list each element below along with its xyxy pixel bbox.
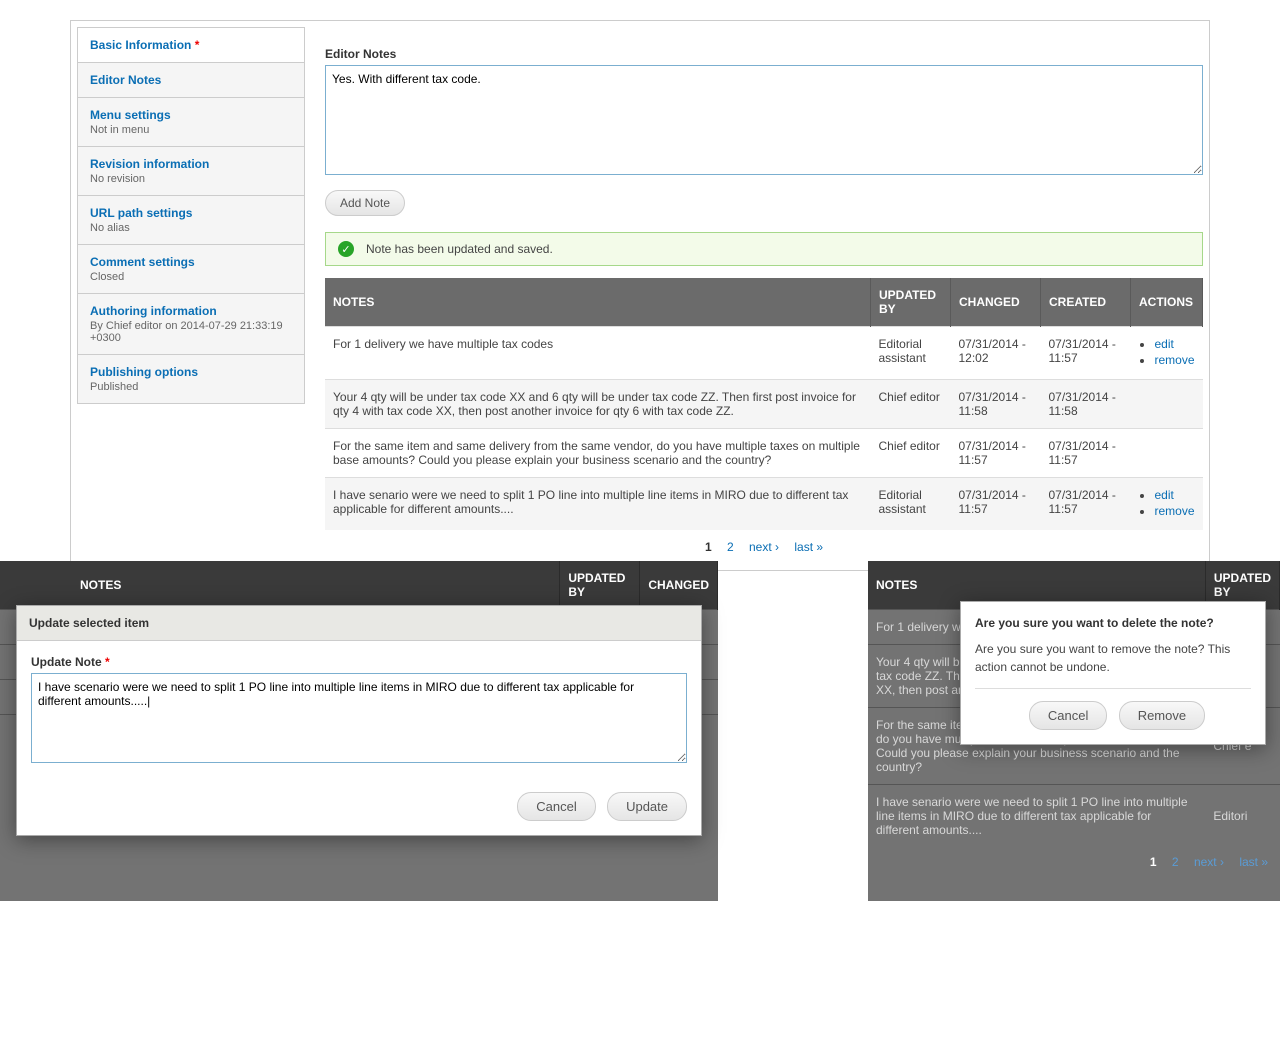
cell-note: Your 4 qty will be under tax code XX and… [325, 380, 870, 429]
delete-dialog-title: Are you sure you want to delete the note… [975, 616, 1251, 630]
sidebar-title: Revision information [90, 157, 292, 171]
cell-actions: edit remove [1130, 478, 1202, 531]
editor-notes-input[interactable] [325, 65, 1203, 175]
sidebar-tabs: Basic Information * Editor Notes Menu se… [77, 27, 305, 564]
sidebar-item-basic-information[interactable]: Basic Information * [77, 27, 305, 63]
pager-page-2[interactable]: 2 [1172, 855, 1179, 869]
th-changed[interactable]: CHANGED [950, 278, 1040, 327]
dark-pager-right: 1 2 next › last » [868, 847, 1280, 877]
table-row: I have senario were we need to split 1 P… [868, 785, 1280, 848]
main-panel: Basic Information * Editor Notes Menu se… [70, 20, 1210, 571]
pager-next[interactable]: next › [1194, 855, 1224, 869]
pager-page-2[interactable]: 2 [727, 540, 734, 554]
sidebar-subtext: No alias [90, 222, 292, 234]
pager: 1 2 next › last » [325, 530, 1203, 564]
th-notes[interactable]: NOTES [325, 278, 870, 327]
cell-note: For the same item and same delivery from… [325, 429, 870, 478]
cell-updated-by: Editori [1205, 785, 1279, 848]
cell-changed: 07/31/2014 - 12:02 [950, 327, 1040, 380]
sidebar-item-publishing-options[interactable]: Publishing options Published [77, 355, 305, 404]
pager-last[interactable]: last » [794, 540, 823, 554]
action-link-edit[interactable]: edit [1154, 488, 1173, 502]
table-row: I have senario were we need to split 1 P… [325, 478, 1203, 531]
cell-actions: edit remove [1130, 327, 1202, 380]
pager-last[interactable]: last » [1239, 855, 1268, 869]
sidebar-item-menu-settings[interactable]: Menu settings Not in menu [77, 98, 305, 147]
cell-note: I have senario were we need to split 1 P… [325, 478, 870, 531]
update-note-input[interactable] [31, 673, 687, 763]
sidebar-subtext: No revision [90, 173, 292, 185]
th-changed: CHANGED [640, 561, 718, 610]
cell-actions [1130, 380, 1202, 429]
pager-next[interactable]: next › [749, 540, 779, 554]
delete-dialog-cancel-button[interactable]: Cancel [1029, 701, 1107, 730]
th-actions[interactable]: ACTIONS [1130, 278, 1202, 327]
sidebar-subtext: By Chief editor on 2014-07-29 21:33:19 +… [90, 320, 292, 344]
pager-current: 1 [705, 540, 712, 554]
check-icon: ✓ [338, 241, 354, 257]
notes-table: NOTES UPDATED BY CHANGED CREATED ACTIONS… [325, 278, 1203, 530]
sidebar-item-revision-information[interactable]: Revision information No revision [77, 147, 305, 196]
sidebar-item-comment-settings[interactable]: Comment settings Closed [77, 245, 305, 294]
cell-changed: 07/31/2014 - 11:57 [950, 429, 1040, 478]
sidebar-subtext: Closed [90, 271, 292, 283]
action-link-remove[interactable]: remove [1154, 504, 1194, 518]
pager-current: 1 [1150, 855, 1157, 869]
editor-notes-area: Editor Notes Add Note ✓ Note has been up… [325, 27, 1203, 564]
cell-updated-by: Chief editor [870, 429, 950, 478]
cell-note: For 1 delivery we have multiple tax code… [325, 327, 870, 380]
sidebar-item-authoring-information[interactable]: Authoring information By Chief editor on… [77, 294, 305, 355]
cell-changed: 07/31/2014 - 11:58 [950, 380, 1040, 429]
table-row: For the same item and same delivery from… [325, 429, 1203, 478]
cell-created: 07/31/2014 - 11:57 [1040, 478, 1130, 531]
cell-created: 07/31/2014 - 11:57 [1040, 327, 1130, 380]
sidebar-item-editor-notes[interactable]: Editor Notes [77, 63, 305, 98]
required-mark: * [105, 655, 110, 669]
cell-note: I have senario were we need to split 1 P… [868, 785, 1205, 848]
status-message: ✓ Note has been updated and saved. [325, 232, 1203, 266]
cell-updated-by: Editorial assistant [870, 478, 950, 531]
table-row: For 1 delivery we have multiple tax code… [325, 327, 1203, 380]
cell-actions [1130, 429, 1202, 478]
sidebar-title: Publishing options [90, 365, 292, 379]
action-link-remove[interactable]: remove [1154, 353, 1194, 367]
cell-updated-by: Editorial assistant [870, 327, 950, 380]
sidebar-title: URL path settings [90, 206, 292, 220]
sidebar-title: Basic Information [90, 38, 191, 52]
delete-dialog-text: Are you sure you want to remove the note… [975, 640, 1251, 676]
th-created[interactable]: CREATED [1040, 278, 1130, 327]
sidebar-title: Authoring information [90, 304, 292, 318]
update-overlay-snippet: NOTES UPDATED BY CHANGED - - - - 1 2 nex… [0, 561, 718, 901]
action-link-edit[interactable]: edit [1154, 337, 1173, 351]
cell-created: 07/31/2014 - 11:58 [1040, 380, 1130, 429]
table-row: Your 4 qty will be under tax code XX and… [325, 380, 1203, 429]
update-dialog-cancel-button[interactable]: Cancel [517, 792, 595, 821]
delete-dialog: Are you sure you want to delete the note… [960, 601, 1266, 745]
delete-dialog-remove-button[interactable]: Remove [1119, 701, 1205, 730]
add-note-button[interactable]: Add Note [325, 190, 405, 216]
th-updated-by[interactable]: UPDATED BY [870, 278, 950, 327]
required-mark: * [195, 38, 200, 52]
sidebar-title: Comment settings [90, 255, 292, 269]
cell-created: 07/31/2014 - 11:57 [1040, 429, 1130, 478]
th-notes: NOTES [0, 561, 560, 610]
delete-overlay-snippet: NOTES UPDATED BY For 1 delivery we have … [868, 561, 1280, 901]
sidebar-title: Editor Notes [90, 73, 161, 87]
update-dialog-title: Update selected item [17, 606, 701, 641]
sidebar-subtext: Not in menu [90, 124, 292, 136]
cell-changed: 07/31/2014 - 11:57 [950, 478, 1040, 531]
sidebar-subtext: Published [90, 381, 292, 393]
editor-notes-label: Editor Notes [325, 47, 1203, 61]
cell-updated-by: Chief editor [870, 380, 950, 429]
update-note-label: Update Note [31, 655, 102, 669]
divider [975, 688, 1251, 689]
sidebar-title: Menu settings [90, 108, 292, 122]
update-dialog: Update selected item Update Note * Cance… [16, 605, 702, 836]
sidebar-item-url-path-settings[interactable]: URL path settings No alias [77, 196, 305, 245]
status-message-text: Note has been updated and saved. [366, 242, 553, 256]
th-updated-by: UPDATED BY [560, 561, 640, 610]
update-dialog-update-button[interactable]: Update [607, 792, 687, 821]
